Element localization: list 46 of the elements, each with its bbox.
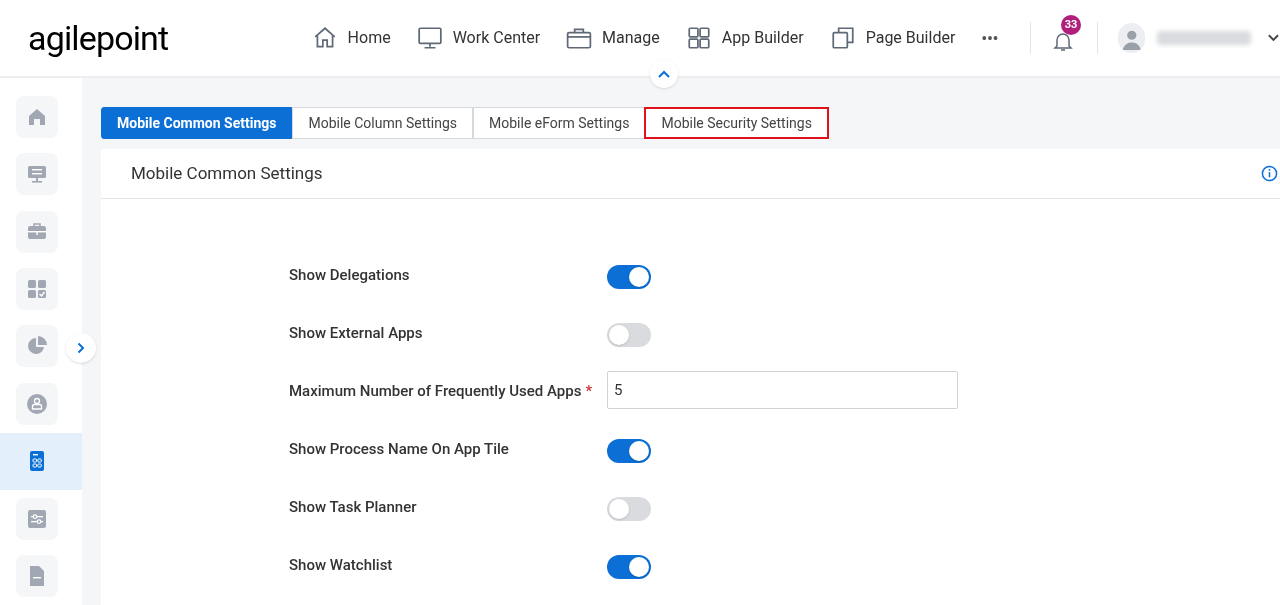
- briefcase-icon: [566, 25, 593, 51]
- toggle-switch[interactable]: [607, 555, 651, 579]
- sidebar-item[interactable]: [16, 497, 58, 540]
- monitor-icon: [416, 25, 443, 51]
- copy-icon: [829, 25, 856, 51]
- expand-sidebar-button[interactable]: [66, 333, 96, 363]
- field-label: Show Delegations: [289, 265, 410, 286]
- field-label: Show Task Planner: [289, 497, 417, 518]
- sidebar-item[interactable]: [16, 153, 58, 196]
- logo[interactable]: agilepoint: [28, 21, 258, 55]
- sidebar-item[interactable]: [16, 382, 58, 425]
- sidebar-item[interactable]: [16, 268, 58, 311]
- avatar-icon[interactable]: [1117, 23, 1146, 53]
- sidebar-item[interactable]: [16, 210, 58, 253]
- user-icon: [25, 391, 49, 416]
- sidebar-item[interactable]: [16, 95, 58, 138]
- chevron-up-icon: [658, 70, 670, 78]
- grid-icon: [685, 25, 712, 51]
- field-label: Show Watchlist: [289, 555, 393, 576]
- field-label: Maximum Number of Frequently Used Apps: [289, 381, 582, 402]
- nav-link[interactable]: Work Center: [416, 25, 541, 51]
- panel-title: Mobile Common Settings: [131, 161, 323, 185]
- tab[interactable]: Mobile Common Settings: [101, 107, 293, 139]
- toggle-switch[interactable]: [607, 265, 651, 289]
- sidebar-item[interactable]: [16, 325, 58, 368]
- nav-link[interactable]: App Builder: [685, 25, 804, 51]
- toggle-switch[interactable]: [607, 439, 651, 463]
- info-icon[interactable]: [1261, 165, 1278, 182]
- sidebar-item[interactable]: [16, 555, 58, 598]
- tab[interactable]: Mobile Security Settings: [644, 107, 829, 139]
- toggle-switch[interactable]: [607, 323, 651, 347]
- required-asterisk: *: [585, 381, 593, 402]
- collapse-header-button[interactable]: [650, 60, 678, 88]
- field-label: Show Process Name On App Tile: [289, 439, 509, 460]
- notification-badge: 33: [1061, 15, 1082, 35]
- nav-link[interactable]: Page Builder: [829, 25, 956, 51]
- more-button[interactable]: •••: [981, 24, 999, 52]
- tab[interactable]: Mobile Column Settings: [292, 107, 474, 139]
- field-label: Show External Apps: [289, 323, 423, 344]
- tab[interactable]: Mobile eForm Settings: [473, 107, 646, 139]
- input-field[interactable]: 5: [607, 371, 958, 409]
- chevron-right-icon: [77, 342, 85, 354]
- nav-link[interactable]: Home: [311, 25, 391, 51]
- toggle-switch[interactable]: [607, 497, 651, 521]
- nav-link[interactable]: Manage: [566, 25, 660, 51]
- chevron-down-icon[interactable]: [1267, 33, 1280, 43]
